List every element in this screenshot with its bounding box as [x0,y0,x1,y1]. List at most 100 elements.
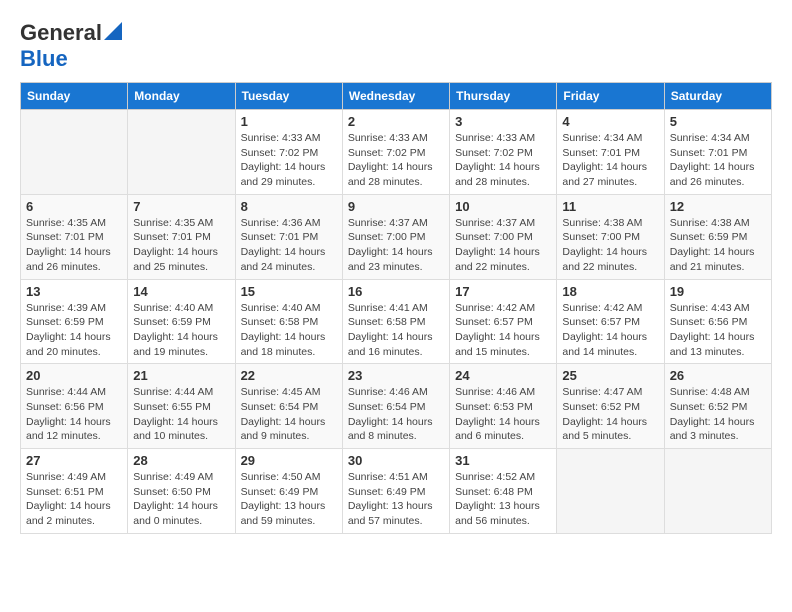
calendar-cell [21,110,128,195]
day-number: 20 [26,368,122,383]
day-number: 8 [241,199,337,214]
day-number: 28 [133,453,229,468]
day-info: Sunrise: 4:46 AMSunset: 6:54 PMDaylight:… [348,385,444,444]
day-number: 5 [670,114,766,129]
calendar-cell: 30 Sunrise: 4:51 AMSunset: 6:49 PMDayligh… [342,449,449,534]
calendar-cell: 9Sunrise: 4:37 AMSunset: 7:00 PMDaylight… [342,194,449,279]
day-info: Sunrise: 4:49 AMSunset: 6:51 PMDaylight:… [26,470,122,529]
calendar-cell: 13 Sunrise: 4:39 AMSunset: 6:59 PMDayligh… [21,279,128,364]
day-info: Sunrise: 4:42 AMSunset: 6:57 PMDaylight:… [562,301,658,360]
day-number: 7 [133,199,229,214]
day-number: 15 [241,284,337,299]
calendar-cell: 25Sunrise: 4:47 AMSunset: 6:52 PMDayligh… [557,364,664,449]
day-number: 24 [455,368,551,383]
calendar-cell: 1 Sunrise: 4:33 AMSunset: 7:02 PMDaylight… [235,110,342,195]
day-number: 26 [670,368,766,383]
header-sunday: Sunday [21,83,128,110]
calendar-cell: 29 Sunrise: 4:50 AMSunset: 6:49 PMDayligh… [235,449,342,534]
page-header: General Blue [20,20,772,72]
day-info: Sunrise: 4:44 AMSunset: 6:56 PMDaylight:… [26,385,122,444]
calendar-cell: 26 Sunrise: 4:48 AMSunset: 6:52 PMDayligh… [664,364,771,449]
day-info: Sunrise: 4:40 AMSunset: 6:59 PMDaylight:… [133,301,229,360]
calendar-cell: 20 Sunrise: 4:44 AMSunset: 6:56 PMDayligh… [21,364,128,449]
day-number: 11 [562,199,658,214]
day-info: Sunrise: 4:47 AMSunset: 6:52 PMDaylight:… [562,385,658,444]
day-info: Sunrise: 4:49 AMSunset: 6:50 PMDaylight:… [133,470,229,529]
calendar-cell: 16 Sunrise: 4:41 AMSunset: 6:58 PMDayligh… [342,279,449,364]
day-info: Sunrise: 4:45 AMSunset: 6:54 PMDaylight:… [241,385,337,444]
logo-triangle-icon [104,22,122,40]
day-number: 13 [26,284,122,299]
day-number: 19 [670,284,766,299]
header-tuesday: Tuesday [235,83,342,110]
day-info: Sunrise: 4:34 AMSunset: 7:01 PMDaylight:… [670,131,766,190]
day-info: Sunrise: 4:40 AMSunset: 6:58 PMDaylight:… [241,301,337,360]
day-info: Sunrise: 4:38 AMSunset: 7:00 PMDaylight:… [562,216,658,275]
day-info: Sunrise: 4:37 AMSunset: 7:00 PMDaylight:… [455,216,551,275]
day-number: 22 [241,368,337,383]
calendar-cell: 15 Sunrise: 4:40 AMSunset: 6:58 PMDayligh… [235,279,342,364]
calendar-cell: 6 Sunrise: 4:35 AMSunset: 7:01 PMDaylight… [21,194,128,279]
day-info: Sunrise: 4:50 AMSunset: 6:49 PMDaylight:… [241,470,337,529]
day-number: 10 [455,199,551,214]
day-info: Sunrise: 4:44 AMSunset: 6:55 PMDaylight:… [133,385,229,444]
calendar-cell: 17 Sunrise: 4:42 AMSunset: 6:57 PMDayligh… [450,279,557,364]
day-info: Sunrise: 4:35 AMSunset: 7:01 PMDaylight:… [133,216,229,275]
day-info: Sunrise: 4:38 AMSunset: 6:59 PMDaylight:… [670,216,766,275]
calendar-cell [664,449,771,534]
day-number: 16 [348,284,444,299]
day-number: 6 [26,199,122,214]
day-number: 27 [26,453,122,468]
day-number: 1 [241,114,337,129]
day-info: Sunrise: 4:48 AMSunset: 6:52 PMDaylight:… [670,385,766,444]
calendar-cell: 3Sunrise: 4:33 AMSunset: 7:02 PMDaylight… [450,110,557,195]
day-info: Sunrise: 4:36 AMSunset: 7:01 PMDaylight:… [241,216,337,275]
calendar-cell: 27 Sunrise: 4:49 AMSunset: 6:51 PMDayligh… [21,449,128,534]
header-wednesday: Wednesday [342,83,449,110]
calendar-week-3: 13 Sunrise: 4:39 AMSunset: 6:59 PMDayligh… [21,279,772,364]
calendar-cell: 12 Sunrise: 4:38 AMSunset: 6:59 PMDayligh… [664,194,771,279]
calendar-header-row: SundayMondayTuesdayWednesdayThursdayFrid… [21,83,772,110]
logo-blue-text: Blue [20,46,68,71]
day-info: Sunrise: 4:35 AMSunset: 7:01 PMDaylight:… [26,216,122,275]
calendar-cell: 5 Sunrise: 4:34 AMSunset: 7:01 PMDaylight… [664,110,771,195]
day-info: Sunrise: 4:42 AMSunset: 6:57 PMDaylight:… [455,301,551,360]
day-number: 31 [455,453,551,468]
day-number: 2 [348,114,444,129]
day-info: Sunrise: 4:51 AMSunset: 6:49 PMDaylight:… [348,470,444,529]
calendar-cell: 8 Sunrise: 4:36 AMSunset: 7:01 PMDaylight… [235,194,342,279]
day-number: 3 [455,114,551,129]
day-info: Sunrise: 4:52 AMSunset: 6:48 PMDaylight:… [455,470,551,529]
day-number: 9 [348,199,444,214]
day-number: 18 [562,284,658,299]
header-monday: Monday [128,83,235,110]
calendar-table: SundayMondayTuesdayWednesdayThursdayFrid… [20,82,772,534]
calendar-cell: 11 Sunrise: 4:38 AMSunset: 7:00 PMDayligh… [557,194,664,279]
logo: General Blue [20,20,122,72]
day-info: Sunrise: 4:39 AMSunset: 6:59 PMDaylight:… [26,301,122,360]
calendar-cell: 24 Sunrise: 4:46 AMSunset: 6:53 PMDayligh… [450,364,557,449]
day-number: 4 [562,114,658,129]
calendar-cell: 2 Sunrise: 4:33 AMSunset: 7:02 PMDaylight… [342,110,449,195]
day-number: 30 [348,453,444,468]
day-number: 12 [670,199,766,214]
day-info: Sunrise: 4:41 AMSunset: 6:58 PMDaylight:… [348,301,444,360]
day-info: Sunrise: 4:46 AMSunset: 6:53 PMDaylight:… [455,385,551,444]
header-saturday: Saturday [664,83,771,110]
calendar-week-2: 6 Sunrise: 4:35 AMSunset: 7:01 PMDaylight… [21,194,772,279]
calendar-cell: 21Sunrise: 4:44 AMSunset: 6:55 PMDayligh… [128,364,235,449]
day-number: 23 [348,368,444,383]
calendar-cell: 28 Sunrise: 4:49 AMSunset: 6:50 PMDayligh… [128,449,235,534]
day-info: Sunrise: 4:34 AMSunset: 7:01 PMDaylight:… [562,131,658,190]
calendar-cell: 23 Sunrise: 4:46 AMSunset: 6:54 PMDayligh… [342,364,449,449]
day-info: Sunrise: 4:33 AMSunset: 7:02 PMDaylight:… [348,131,444,190]
logo-general-text: General [20,20,102,46]
header-friday: Friday [557,83,664,110]
calendar-week-1: 1 Sunrise: 4:33 AMSunset: 7:02 PMDaylight… [21,110,772,195]
day-number: 17 [455,284,551,299]
day-info: Sunrise: 4:33 AMSunset: 7:02 PMDaylight:… [241,131,337,190]
day-number: 29 [241,453,337,468]
day-info: Sunrise: 4:43 AMSunset: 6:56 PMDaylight:… [670,301,766,360]
calendar-cell: 7 Sunrise: 4:35 AMSunset: 7:01 PMDaylight… [128,194,235,279]
calendar-cell: 10 Sunrise: 4:37 AMSunset: 7:00 PMDayligh… [450,194,557,279]
